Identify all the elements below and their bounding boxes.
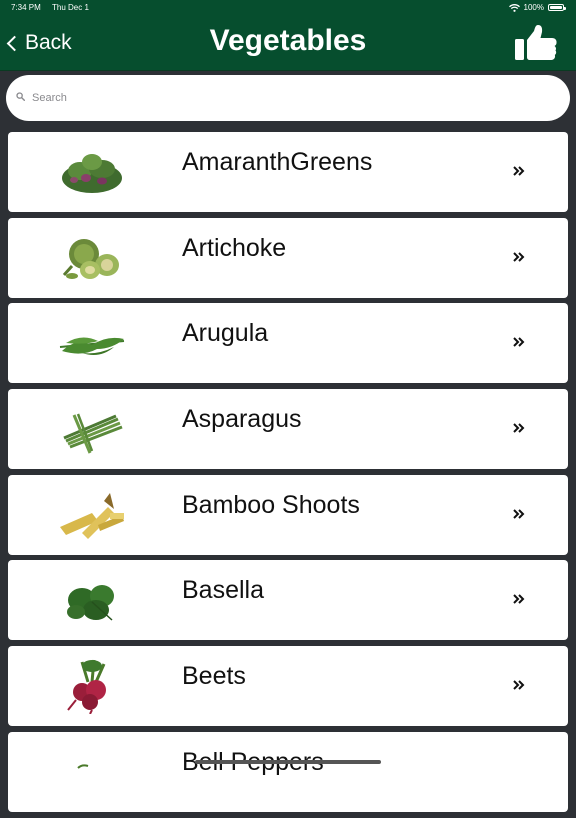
status-bar: 7:34 PM Thu Dec 1 100%: [0, 3, 576, 15]
artichoke-image: [62, 238, 119, 279]
search-input[interactable]: [32, 83, 552, 113]
list-item[interactable]: Artichoke: [8, 217, 568, 298]
battery-icon: [548, 4, 566, 11]
asparagus-image: [63, 413, 123, 454]
search-bar: [6, 75, 570, 121]
list-item-label: Arugula: [182, 319, 269, 348]
page-title: Vegetables: [209, 24, 367, 57]
thumbs-up-icon[interactable]: [514, 24, 558, 62]
basella-image: [67, 585, 114, 621]
list-item-label: Asparagus: [182, 405, 302, 434]
navigation-bar: 7:34 PM Thu Dec 1 100% Back Vegetables: [0, 0, 576, 71]
list-item-label: Beets: [182, 662, 246, 691]
double-chevron-right-icon: [513, 251, 525, 262]
list-item-label: Bamboo Shoots: [182, 490, 360, 519]
double-chevron-right-icon: [513, 680, 525, 690]
bamboo-shoots-image: [60, 492, 124, 539]
wifi-icon: [508, 3, 520, 12]
status-time: 7:34 PM: [11, 3, 41, 12]
beets-image: [67, 659, 106, 715]
list-item[interactable]: Bell Peppers: [8, 731, 568, 812]
status-right: 100%: [508, 3, 566, 12]
list-item[interactable]: Beets: [8, 646, 568, 727]
home-indicator[interactable]: [195, 760, 381, 764]
double-chevron-right-icon: [513, 509, 525, 519]
arugula-image: [59, 337, 125, 356]
vegetable-list: AmaranthGreens Artichoke Arugula Asparag…: [8, 132, 568, 818]
list-item[interactable]: Basella: [8, 560, 568, 641]
status-date: Thu Dec 1: [52, 3, 89, 12]
list-item[interactable]: Arugula: [8, 303, 568, 384]
double-chevron-right-icon: [513, 166, 525, 176]
search-icon: [16, 92, 25, 101]
bell-peppers-image: [77, 764, 89, 769]
double-chevron-right-icon: [513, 337, 525, 348]
double-chevron-right-icon: [513, 423, 525, 433]
battery-percent: 100%: [523, 3, 544, 12]
list-item-label: Artichoke: [182, 233, 287, 262]
double-chevron-right-icon: [513, 594, 525, 605]
amaranth-greens-image: [62, 154, 122, 193]
list-item[interactable]: Bamboo Shoots: [8, 474, 568, 555]
list-item[interactable]: AmaranthGreens: [8, 132, 568, 212]
list-item-label: AmaranthGreens: [182, 148, 373, 176]
list-item[interactable]: Asparagus: [8, 389, 568, 470]
list-item-label: Basella: [182, 576, 264, 605]
